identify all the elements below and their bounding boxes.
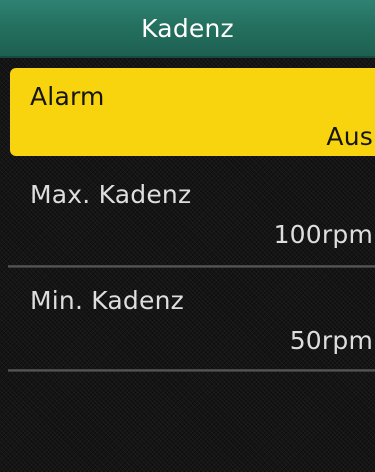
title-bar: Kadenz (0, 0, 375, 58)
menu-item-value: Aus (326, 122, 373, 151)
page-title: Kadenz (141, 14, 234, 43)
device-screen: Kadenz Alarm Aus Max. Kadenz 100rpm Min.… (0, 0, 375, 472)
menu-item-max-cadence[interactable]: Max. Kadenz 100rpm (10, 166, 375, 266)
menu-item-label: Max. Kadenz (30, 180, 192, 209)
menu-item-value: 100rpm (273, 220, 373, 249)
menu-item-value: 50rpm (289, 326, 373, 355)
menu-item-min-cadence[interactable]: Min. Kadenz 50rpm (10, 272, 375, 368)
divider (8, 369, 375, 372)
menu-item-alarm[interactable]: Alarm Aus (10, 68, 375, 156)
divider (8, 265, 375, 268)
menu-item-label: Min. Kadenz (30, 286, 184, 315)
menu-item-label: Alarm (30, 82, 105, 111)
